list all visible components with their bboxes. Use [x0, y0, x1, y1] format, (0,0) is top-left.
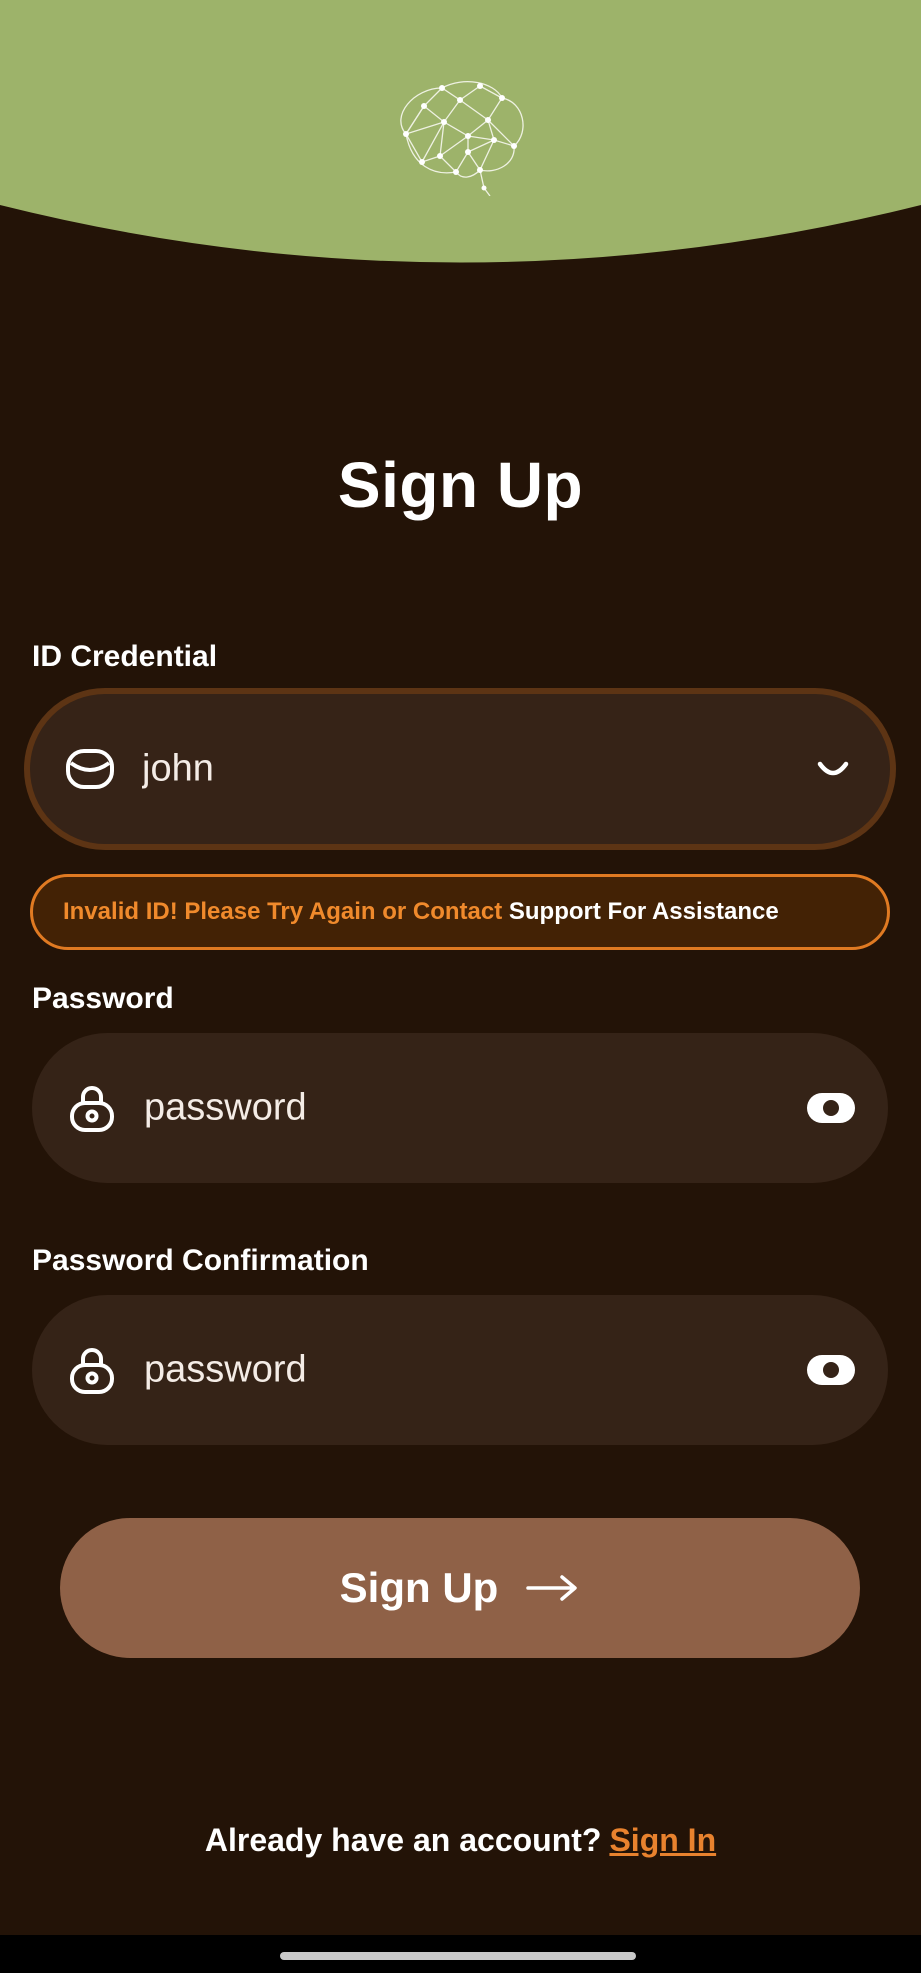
error-text-support: Support For Assistance: [502, 898, 779, 925]
sign-in-link[interactable]: Sign In: [609, 1822, 716, 1858]
sign-up-button[interactable]: Sign Up: [60, 1518, 860, 1658]
eye-icon[interactable]: [804, 1081, 858, 1135]
brain-network-icon: [400, 81, 524, 196]
arrow-right-icon: [526, 1575, 578, 1601]
password-confirmation-input[interactable]: [144, 1348, 704, 1392]
password-confirmation-label: Password Confirmation: [32, 1244, 369, 1277]
password-input[interactable]: [144, 1086, 704, 1130]
chevron-down-icon[interactable]: [806, 742, 860, 796]
home-indicator[interactable]: [280, 1952, 636, 1960]
id-credential-input[interactable]: [142, 747, 702, 791]
error-text-highlight: Invalid ID! Please Try Again or Contact: [63, 898, 503, 925]
id-card-icon: [66, 749, 114, 789]
id-credential-field[interactable]: [24, 688, 896, 850]
password-field[interactable]: [32, 1033, 888, 1183]
eye-icon[interactable]: [804, 1343, 858, 1397]
sign-in-prompt: Already have an account? Sign In: [0, 1822, 921, 1859]
sign-in-prompt-text: Already have an account?: [204, 1822, 602, 1858]
sign-up-button-label: Sign Up: [339, 1564, 499, 1611]
password-label: Password: [32, 982, 174, 1015]
id-credential-label: ID Credential: [32, 640, 218, 673]
page-title: Sign Up: [337, 449, 584, 521]
password-confirmation-field[interactable]: [32, 1295, 888, 1445]
error-message: Invalid ID! Please Try Again or Contact …: [30, 874, 890, 950]
lock-icon: [70, 1348, 114, 1394]
lock-icon: [70, 1086, 114, 1132]
